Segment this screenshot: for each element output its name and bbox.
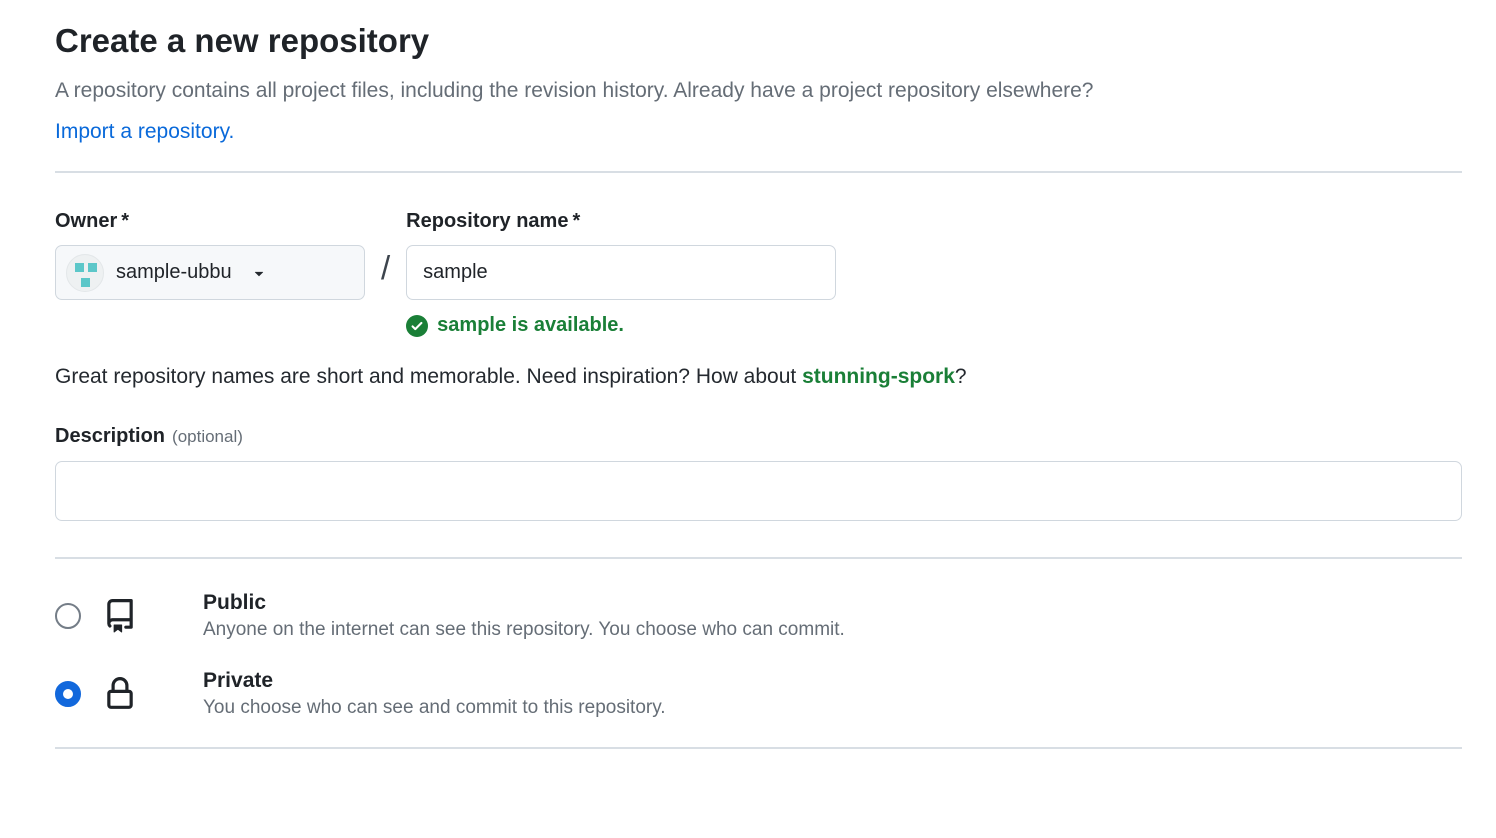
owner-avatar — [66, 254, 104, 292]
availability-message: sample is available. — [437, 314, 624, 337]
public-option-description: Anyone on the internet can see this repo… — [203, 619, 845, 641]
public-radio[interactable] — [55, 603, 81, 629]
repository-name-input[interactable] — [406, 245, 836, 300]
public-option-title: Public — [203, 591, 845, 615]
visibility-options: Public Anyone on the internet can see th… — [55, 591, 1462, 719]
owner-label-text: Owner — [55, 210, 117, 232]
owner-repo-separator: / — [381, 240, 390, 295]
page-title: Create a new repository — [55, 22, 1462, 60]
owner-required-asterisk: * — [121, 210, 129, 232]
visibility-option-private[interactable]: Private You choose who can see and commi… — [55, 669, 1462, 719]
page-subtitle: A repository contains all project files,… — [55, 76, 1462, 106]
repo-icon — [81, 599, 159, 633]
import-repository-link[interactable]: Import a repository. — [55, 120, 234, 144]
repository-name-label-text: Repository name — [406, 210, 568, 232]
public-option-text: Public Anyone on the internet can see th… — [203, 591, 845, 641]
private-option-text: Private You choose who can see and commi… — [203, 669, 666, 719]
section-divider-middle — [55, 557, 1462, 559]
section-divider-top — [55, 171, 1462, 173]
description-optional-hint: (optional) — [172, 427, 243, 446]
description-label-text: Description — [55, 425, 165, 447]
create-repository-page: Create a new repository A repository con… — [0, 0, 1496, 749]
private-option-title: Private — [203, 669, 666, 693]
suggested-name-link[interactable]: stunning-spork — [802, 365, 955, 388]
repository-name-label: Repository name* — [406, 210, 836, 233]
name-inspiration-text: Great repository names are short and mem… — [55, 365, 1462, 389]
description-label: Description (optional) — [55, 425, 1462, 448]
visibility-option-public[interactable]: Public Anyone on the internet can see th… — [55, 591, 1462, 641]
repository-name-required-asterisk: * — [572, 210, 580, 232]
private-radio[interactable] — [55, 681, 81, 707]
description-input[interactable] — [55, 461, 1462, 521]
check-circle-icon — [406, 315, 428, 337]
owner-field: Owner* sample-ubbu — [55, 210, 365, 300]
section-divider-bottom — [55, 747, 1462, 749]
availability-status: sample is available. — [406, 314, 836, 337]
chevron-down-icon — [250, 264, 268, 282]
owner-select-button[interactable]: sample-ubbu — [55, 245, 365, 300]
private-option-description: You choose who can see and commit to thi… — [203, 697, 666, 719]
owner-repo-row: Owner* sample-ubbu / Repository name* — [55, 210, 1462, 337]
inspiration-prefix: Great repository names are short and mem… — [55, 365, 802, 388]
owner-label: Owner* — [55, 210, 365, 233]
repository-name-field: Repository name* sample is available. — [406, 210, 836, 337]
lock-icon — [81, 677, 159, 711]
inspiration-suffix: ? — [955, 365, 967, 388]
owner-selected-name: sample-ubbu — [116, 261, 232, 284]
